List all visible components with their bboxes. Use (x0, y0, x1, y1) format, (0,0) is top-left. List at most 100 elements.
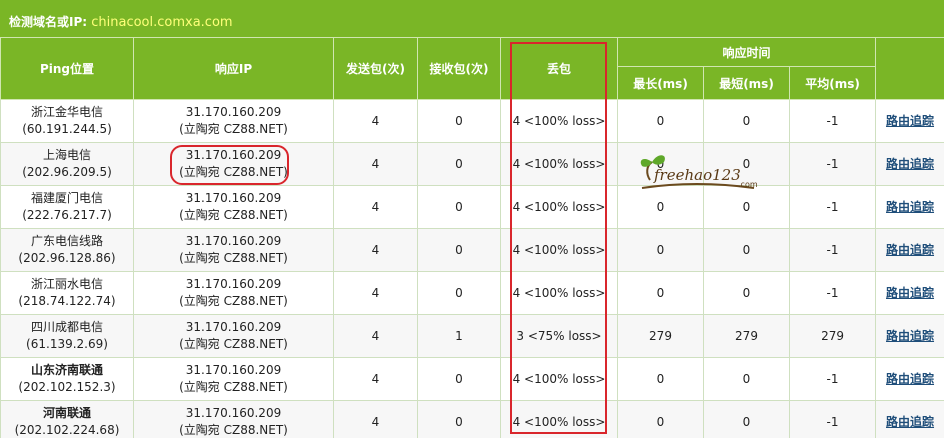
location-name: 上海电信 (42, 148, 91, 162)
route-trace-link[interactable]: 路由追踪 (886, 415, 934, 429)
max-cell: 0 (617, 271, 704, 315)
response-ip-note: (立陶宛 CZ88.NET) (179, 251, 288, 265)
col-trace-header (875, 37, 944, 100)
route-trace-link[interactable]: 路由追踪 (886, 329, 934, 343)
loss-cell: 3 <75% loss> (500, 314, 618, 358)
response-ip: 31.170.160.209 (185, 105, 282, 119)
max-cell: 0 (617, 99, 704, 143)
location-name: 广东电信线路 (30, 234, 103, 248)
table-row: 上海电信 (202.96.209.5) 31.170.160.209 (立陶宛 CZ8… (0, 142, 944, 186)
location-ip: (202.102.224.68) (14, 423, 120, 437)
loss-cell: 4 <100% loss> (500, 271, 618, 315)
response-ip: 31.170.160.209 (185, 148, 282, 162)
results-body: 浙江金华电信 (60.191.244.5) 31.170.160.209 (立陶宛 C… (0, 99, 944, 438)
min-cell: 0 (703, 99, 790, 143)
loss-cell: 4 <100% loss> (500, 228, 618, 272)
sent-cell: 4 (333, 400, 418, 438)
table-row: 四川成都电信 (61.139.2.69) 31.170.160.209 (立陶宛 CZ… (0, 314, 944, 358)
watermark-suffix: .com (738, 180, 758, 189)
table-row: 浙江丽水电信 (218.74.122.74) 31.170.160.209 (立陶宛 … (0, 271, 944, 315)
loss-cell: 4 <100% loss> (500, 99, 618, 143)
watermark-text: freehao123 (653, 166, 741, 184)
received-cell: 0 (417, 400, 501, 438)
col-avg-header: 平均(ms) (788, 66, 877, 100)
min-cell: 279 (703, 314, 790, 358)
route-trace-link[interactable]: 路由追踪 (886, 157, 934, 171)
response-ip: 31.170.160.209 (185, 363, 282, 377)
max-cell: 0 (617, 400, 704, 438)
col-ip-header: 响应IP (133, 37, 334, 100)
received-cell: 0 (417, 228, 501, 272)
ping-results-table: Ping位置 响应IP 发送包(次) 接收包(次) 丢包 响应时间 最长(ms)… (0, 37, 944, 438)
table-row: 浙江金华电信 (60.191.244.5) 31.170.160.209 (立陶宛 C… (0, 99, 944, 143)
max-cell: 0 (617, 357, 704, 401)
col-min-header: 最短(ms) (703, 66, 790, 100)
location-cell: 河南联通 (202.102.224.68) (0, 400, 134, 438)
trace-cell: 路由追踪 (875, 185, 944, 229)
response-ip-cell: 31.170.160.209 (立陶宛 CZ88.NET) (133, 99, 334, 143)
min-cell: 0 (703, 271, 790, 315)
sent-cell: 4 (333, 271, 418, 315)
min-cell: 0 (703, 357, 790, 401)
sent-cell: 4 (333, 228, 418, 272)
response-ip-note: (立陶宛 CZ88.NET) (179, 380, 288, 394)
received-cell: 0 (417, 185, 501, 229)
route-trace-link[interactable]: 路由追踪 (886, 200, 934, 214)
response-ip-note: (立陶宛 CZ88.NET) (179, 337, 288, 351)
response-ip: 31.170.160.209 (185, 191, 282, 205)
min-cell: 0 (703, 228, 790, 272)
location-ip: (202.102.152.3) (18, 380, 116, 394)
response-ip-cell: 31.170.160.209 (立陶宛 CZ88.NET) (133, 142, 334, 186)
avg-cell: 279 (788, 314, 877, 358)
avg-cell: -1 (788, 99, 877, 143)
response-ip: 31.170.160.209 (185, 406, 282, 420)
response-ip-note: (立陶宛 CZ88.NET) (179, 423, 288, 437)
location-name: 河南联通 (42, 406, 91, 420)
response-ip-cell: 31.170.160.209 (立陶宛 CZ88.NET) (133, 314, 334, 358)
location-cell: 四川成都电信 (61.139.2.69) (0, 314, 134, 358)
avg-cell: -1 (788, 400, 877, 438)
location-cell: 浙江丽水电信 (218.74.122.74) (0, 271, 134, 315)
avg-cell: -1 (788, 357, 877, 401)
table-row: 河南联通 (202.102.224.68) 31.170.160.209 (立陶宛 C… (0, 400, 944, 438)
sent-cell: 4 (333, 314, 418, 358)
avg-cell: -1 (788, 142, 877, 186)
location-name: 浙江金华电信 (30, 105, 103, 119)
max-cell: 279 (617, 314, 704, 358)
sent-cell: 4 (333, 185, 418, 229)
avg-cell: -1 (788, 185, 877, 229)
col-response-time-header: 响应时间 (616, 37, 877, 67)
sent-cell: 4 (333, 99, 418, 143)
col-loss-header: 丢包 (500, 37, 618, 100)
ping-result-page: 检测域名或IP: chinacool.comxa.com Ping位置 响应IP… (0, 0, 944, 438)
trace-cell: 路由追踪 (875, 228, 944, 272)
max-cell: 0 (617, 228, 704, 272)
trace-cell: 路由追踪 (875, 400, 944, 438)
location-cell: 浙江金华电信 (60.191.244.5) (0, 99, 134, 143)
min-cell: 0 (703, 400, 790, 438)
location-cell: 福建厦门电信 (222.76.217.7) (0, 185, 134, 229)
location-ip: (218.74.122.74) (18, 294, 116, 308)
response-ip: 31.170.160.209 (185, 320, 282, 334)
table-row: 福建厦门电信 (222.76.217.7) 31.170.160.209 (立陶宛 C… (0, 185, 944, 229)
response-ip: 31.170.160.209 (185, 234, 282, 248)
freehao123-watermark: freehao123 .com (640, 155, 758, 189)
route-trace-link[interactable]: 路由追踪 (886, 372, 934, 386)
col-received-header: 接收包(次) (417, 37, 501, 100)
query-label: 检测域名或IP: (9, 15, 88, 29)
loss-cell: 4 <100% loss> (500, 357, 618, 401)
sent-cell: 4 (333, 357, 418, 401)
response-ip-note: (立陶宛 CZ88.NET) (179, 122, 288, 136)
response-ip-cell: 31.170.160.209 (立陶宛 CZ88.NET) (133, 400, 334, 438)
table-row: 山东济南联通 (202.102.152.3) 31.170.160.209 (立陶宛 … (0, 357, 944, 401)
col-sent-header: 发送包(次) (333, 37, 418, 100)
response-ip-note: (立陶宛 CZ88.NET) (179, 165, 288, 179)
received-cell: 0 (417, 99, 501, 143)
location-name: 山东济南联通 (30, 363, 103, 377)
route-trace-link[interactable]: 路由追踪 (886, 243, 934, 257)
route-trace-link[interactable]: 路由追踪 (886, 286, 934, 300)
received-cell: 0 (417, 271, 501, 315)
response-ip: 31.170.160.209 (185, 277, 282, 291)
response-ip-cell: 31.170.160.209 (立陶宛 CZ88.NET) (133, 228, 334, 272)
route-trace-link[interactable]: 路由追踪 (886, 114, 934, 128)
